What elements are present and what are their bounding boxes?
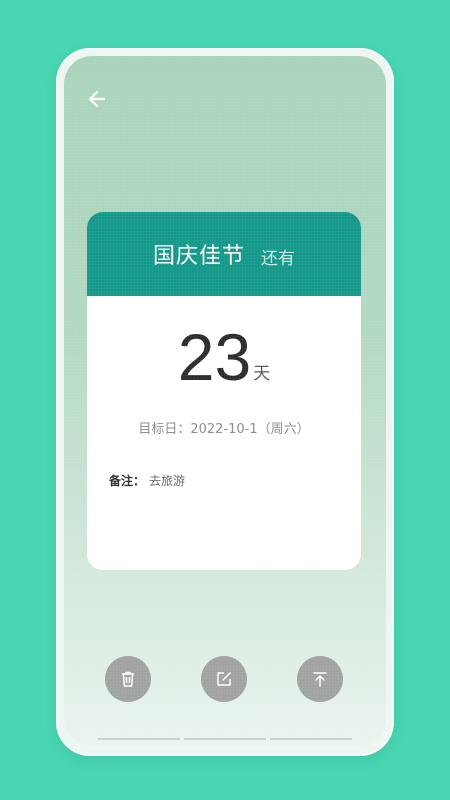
note: 备注： 去旅游 (109, 472, 185, 489)
countdown-display: 23 天 (87, 324, 361, 390)
arrow-left-icon (88, 90, 106, 108)
countdown-number: 23 (177, 320, 252, 394)
app-screen: 国庆佳节 还有 23 天 目标日：2022-10-1（周六） 备注： 去旅游 (64, 56, 386, 746)
phone-frame: 国庆佳节 还有 23 天 目标日：2022-10-1（周六） 备注： 去旅游 (56, 48, 394, 756)
indicator-segment (98, 738, 180, 740)
delete-button[interactable] (105, 656, 151, 702)
countdown-unit: 天 (253, 364, 271, 384)
edit-button[interactable] (201, 656, 247, 702)
card-header: 国庆佳节 还有 (87, 212, 361, 296)
pin-top-icon (313, 672, 327, 687)
trash-icon (122, 671, 134, 687)
back-button[interactable] (84, 86, 110, 112)
remaining-label: 还有 (261, 248, 295, 269)
target-date: 目标日：2022-10-1（周六） (138, 422, 310, 437)
note-label: 备注： (109, 474, 146, 488)
pin-top-button[interactable] (297, 656, 343, 702)
indicator-segment (270, 738, 352, 740)
event-title: 国庆佳节 (152, 244, 245, 269)
edit-icon (217, 672, 231, 686)
note-value: 去旅游 (149, 474, 186, 488)
countdown-card: 国庆佳节 还有 23 天 目标日：2022-10-1（周六） 备注： 去旅游 (87, 212, 361, 570)
indicator-segment (184, 738, 266, 740)
home-indicator (98, 738, 352, 740)
